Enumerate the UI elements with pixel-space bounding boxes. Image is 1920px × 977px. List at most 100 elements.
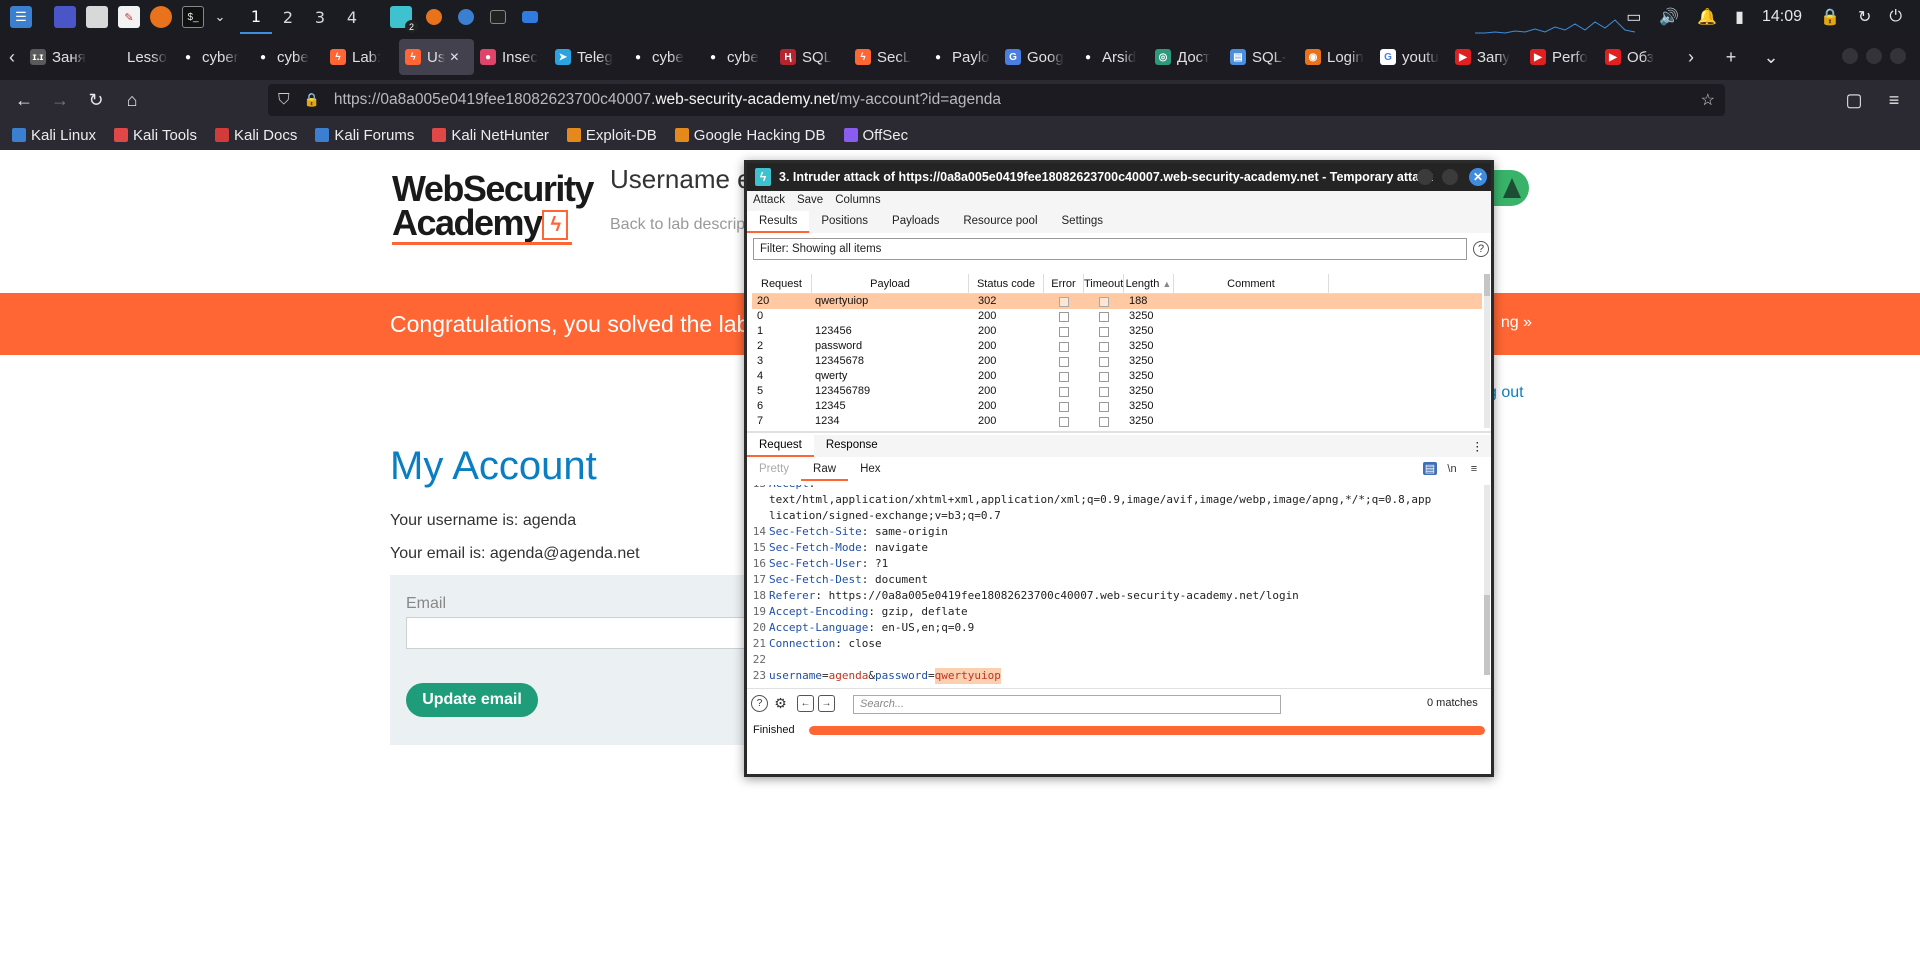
kali-menu-icon[interactable]: ☰ <box>10 6 32 28</box>
text-editor-icon[interactable]: ✎ <box>118 6 140 28</box>
firefox-window-icon[interactable] <box>426 9 442 25</box>
menu-attack[interactable]: Attack <box>747 191 791 211</box>
tabs-scroll-left-icon[interactable]: ‹ <box>0 47 24 68</box>
browser-tab[interactable]: ▶ Запу <box>1449 39 1524 75</box>
search-help-icon[interactable]: ? <box>751 695 768 712</box>
browser-tab[interactable]: ● cybe <box>624 39 699 75</box>
browser-tab[interactable]: ▶ Обз <box>1599 39 1674 75</box>
browser-tab[interactable]: ϟ Us ✕ <box>399 39 474 75</box>
show-desktop-icon[interactable] <box>54 6 76 28</box>
menu-icon[interactable]: ≡ <box>1876 90 1912 111</box>
banner-share-link[interactable]: ng » <box>1501 314 1532 332</box>
table-row[interactable]: 3 12345678 200 3250 <box>752 354 1482 369</box>
burp-suite-icon[interactable]: 2 <box>390 6 418 33</box>
display-icon[interactable]: ▭ <box>1626 7 1641 27</box>
lock-icon[interactable]: 🔒 <box>304 92 320 108</box>
browser-tab[interactable]: ● Arsid <box>1074 39 1149 75</box>
table-row[interactable]: 7 1234 200 3250 <box>752 414 1482 428</box>
bookmark-item[interactable]: Google Hacking DB <box>674 127 826 144</box>
file-manager-icon[interactable] <box>86 6 108 28</box>
raw-request-editor[interactable]: 13Accept:text/html,application/xhtml+xml… <box>750 485 1480 685</box>
browser-tab[interactable]: ● cybe <box>699 39 774 75</box>
terminal-window-icon[interactable] <box>490 10 506 24</box>
power-icon[interactable]: ⏻ <box>1889 8 1902 26</box>
browser-tab[interactable]: G Goog <box>999 39 1074 75</box>
tab-request[interactable]: Request <box>747 435 814 457</box>
results-filter[interactable]: Filter: Showing all items <box>753 238 1467 260</box>
bookmark-star-icon[interactable]: ☆ <box>1701 90 1715 110</box>
battery-icon[interactable]: ▮ <box>1735 7 1744 27</box>
search-next-icon[interactable]: → <box>818 695 835 712</box>
browser-tab[interactable]: ◉ Login <box>1299 39 1374 75</box>
back-to-lab-link[interactable]: Back to lab descrip <box>610 216 745 234</box>
workspace-4[interactable]: 4 <box>336 0 368 34</box>
close-window-icon[interactable] <box>1890 48 1906 64</box>
col-error[interactable]: Error <box>1044 274 1084 293</box>
col-timeout[interactable]: Timeout <box>1084 274 1124 293</box>
more-options-icon[interactable]: ⋮ <box>1472 439 1484 453</box>
tab-payloads[interactable]: Payloads <box>880 211 951 233</box>
pocket-icon[interactable]: ▢ <box>1836 90 1872 111</box>
web-security-academy-logo[interactable]: WebSecurity Academy ϟ <box>392 171 594 245</box>
results-scroll-thumb[interactable] <box>1484 274 1490 296</box>
folder-window-icon[interactable] <box>522 11 538 23</box>
menu-save[interactable]: Save <box>791 191 829 211</box>
editor-scrollbar[interactable] <box>1484 485 1490 675</box>
firefox-icon[interactable] <box>150 6 172 28</box>
search-previous-icon[interactable]: ← <box>797 695 814 712</box>
browser-tab[interactable]: ● cyber <box>174 39 249 75</box>
help-icon[interactable]: ? <box>1473 241 1489 257</box>
editor-menu-icon[interactable]: ≡ <box>1467 462 1481 475</box>
bookmark-item[interactable]: Kali NetHunter <box>432 127 549 144</box>
table-row[interactable]: 4 qwerty 200 3250 <box>752 369 1482 384</box>
browser-tab[interactable]: ● Paylo <box>924 39 999 75</box>
browser-tab[interactable]: ▤ SQL- <box>1224 39 1299 75</box>
search-settings-icon[interactable]: ⚙ <box>772 695 789 712</box>
browser-tab[interactable]: ▶ Perfo <box>1524 39 1599 75</box>
new-tab-icon[interactable]: + <box>1714 47 1748 68</box>
bookmark-item[interactable]: OffSec <box>843 127 908 144</box>
browser-tab[interactable]: ◎ Дост <box>1149 39 1224 75</box>
browser-tab[interactable]: Lesson 5 <box>99 39 174 75</box>
tab-response[interactable]: Response <box>814 435 890 457</box>
tab-positions[interactable]: Positions <box>809 211 880 233</box>
browser-tab[interactable]: ➤ Teleg <box>549 39 624 75</box>
tabs-scroll-right-icon[interactable]: › <box>1674 47 1708 68</box>
burp-minimize-icon[interactable] <box>1417 169 1433 185</box>
col-comment[interactable]: Comment <box>1174 274 1329 293</box>
terminal-icon[interactable]: $_ <box>182 6 204 28</box>
search-input[interactable]: Search... <box>853 695 1281 714</box>
burp-maximize-icon[interactable] <box>1442 169 1458 185</box>
bookmark-item[interactable]: Kali Tools <box>114 127 197 144</box>
workspace-1[interactable]: 1 <box>240 0 272 34</box>
chromium-window-icon[interactable] <box>458 9 474 25</box>
tab-list-chevron-icon[interactable]: ⌄ <box>1754 47 1788 68</box>
editor-scroll-thumb[interactable] <box>1484 595 1490 675</box>
workspace-2[interactable]: 2 <box>272 0 304 34</box>
burp-close-icon[interactable]: ✕ <box>1469 168 1487 186</box>
browser-tab[interactable]: Ⱨ SQL <box>774 39 849 75</box>
word-wrap-icon[interactable]: ▤ <box>1423 462 1437 475</box>
update-email-button[interactable]: Update email <box>406 683 538 717</box>
tab-results[interactable]: Results <box>747 211 810 233</box>
tab-resource-pool[interactable]: Resource pool <box>951 211 1049 233</box>
refresh-icon[interactable]: ↻ <box>1858 7 1871 27</box>
chevron-down-icon[interactable]: ⌄ <box>214 6 226 28</box>
menu-columns[interactable]: Columns <box>829 191 886 211</box>
split-divider[interactable] <box>747 431 1491 433</box>
burp-title-bar[interactable]: ϟ 3. Intruder attack of https://0a8a005e… <box>747 163 1491 191</box>
results-scrollbar[interactable] <box>1484 274 1490 428</box>
tab-pretty[interactable]: Pretty <box>747 459 801 481</box>
browser-tab[interactable]: Gyoutu <box>1374 39 1449 75</box>
browser-tab[interactable]: ɪ.ɪ Заня <box>24 39 99 75</box>
col-length[interactable]: Length ▲ <box>1124 274 1174 293</box>
lock-icon[interactable]: 🔒 <box>1820 7 1840 27</box>
home-icon[interactable]: ⌂ <box>114 90 150 111</box>
volume-icon[interactable]: 🔊 <box>1659 7 1679 27</box>
tab-hex[interactable]: Hex <box>848 459 892 481</box>
browser-tab[interactable]: ● cybe <box>249 39 324 75</box>
col-status-code[interactable]: Status code <box>969 274 1044 293</box>
table-row[interactable]: 2 password 200 3250 <box>752 339 1482 354</box>
shield-icon[interactable]: ⛉ <box>278 91 290 109</box>
col-request[interactable]: Request <box>752 274 812 293</box>
